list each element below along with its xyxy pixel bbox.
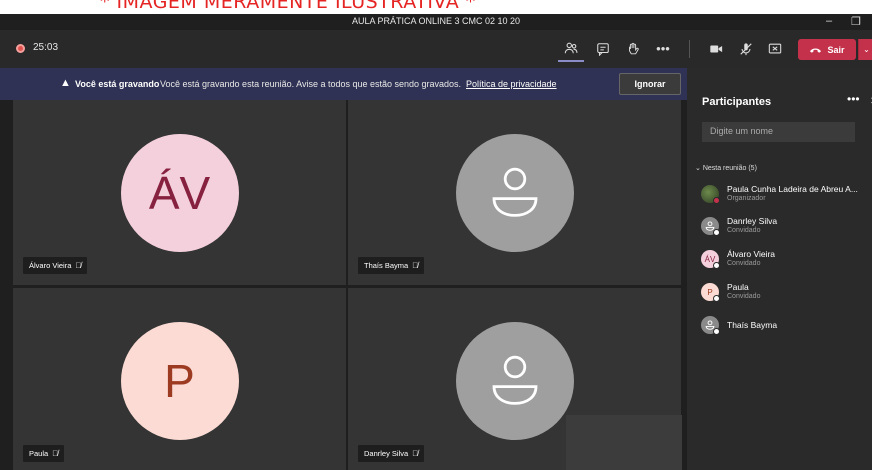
meeting-timer: 25:03 (33, 42, 59, 53)
participant-item[interactable]: Thaís Bayma (699, 312, 872, 338)
chevron-down-icon: ⌄ (863, 45, 870, 54)
participant-role: Convidado (727, 227, 761, 234)
window-title: AULA PRÁTICA ONLINE 3 CMC 02 10 20 (351, 16, 521, 26)
toolbar-divider (689, 40, 690, 58)
status-dot-icon (713, 229, 720, 236)
panel-more-icon[interactable]: ••• (847, 92, 860, 106)
recording-notice-title: Você está gravando (75, 79, 160, 89)
mic-off-icon: 🎙̸ (52, 449, 59, 458)
minimize-icon[interactable]: – (826, 15, 832, 27)
more-icon: ••• (656, 41, 670, 56)
participant-name: Paula (727, 282, 749, 292)
leave-label: Sair (827, 44, 845, 55)
participant-name: Álvaro Vieira (29, 261, 72, 270)
chat-button[interactable] (590, 36, 616, 62)
participant-name: Thaís Bayma (364, 261, 409, 270)
share-screen-icon (768, 43, 782, 54)
participant-role: Convidado (727, 293, 761, 300)
avatar-initials: P (164, 354, 195, 407)
participants-panel: Participantes ••• ✕ Digite um nome ⌄ Nes… (687, 68, 872, 470)
participant-item[interactable]: ÁV Álvaro Vieira Convidado (699, 246, 872, 272)
video-tile[interactable]: P Paula 🎙̸ (13, 288, 346, 470)
status-dot-icon (713, 295, 720, 302)
camera-button[interactable] (703, 36, 729, 62)
participant-name: Danrley Silva (727, 216, 778, 226)
participant-name: Álvaro Vieira (727, 249, 776, 259)
participant-name-tag: Álvaro Vieira 🎙̸ (23, 257, 88, 274)
video-tile[interactable]: ÁV Álvaro Vieira 🎙̸ (13, 100, 346, 285)
video-tile[interactable]: Thaís Bayma 🎙̸ (348, 100, 681, 285)
status-dot-icon (713, 197, 720, 204)
mic-off-icon (740, 43, 752, 56)
status-dot-icon (713, 328, 720, 335)
person-placeholder-icon (492, 167, 537, 217)
participant-item[interactable]: Danrley Silva Convidado (699, 213, 872, 239)
recording-notice: ▲ Você está gravando Você está gravando … (0, 68, 687, 100)
mute-button[interactable] (733, 36, 759, 62)
participant-search-input[interactable]: Digite um nome (702, 122, 855, 142)
mic-off-icon: 🎙̸ (75, 261, 82, 270)
participant-item[interactable]: Paula Cunha Ladeira de Abreu A... Organi… (699, 181, 872, 207)
recording-indicator-icon (16, 44, 25, 53)
maximize-icon[interactable]: ❐ (851, 15, 861, 28)
mic-off-icon: 🎙̸ (412, 449, 419, 458)
hand-icon (629, 42, 639, 55)
section-header: ⌄ Nesta reunião (5) (695, 165, 757, 172)
hang-up-icon (810, 48, 822, 53)
participant-name-tag: Danrley Silva 🎙̸ (358, 445, 425, 462)
panel-title: Participantes (702, 96, 772, 108)
participant-item[interactable]: P Paula Convidado (699, 279, 872, 305)
raise-hand-button[interactable] (620, 36, 646, 62)
chat-icon (597, 43, 609, 56)
participant-role: Organizador (727, 195, 766, 202)
recording-notice-message: Você está gravando esta reunião. Avise a… (160, 79, 462, 89)
banner-text: * IMAGEM MERAMENTE ILUSTRATIVA * (100, 0, 476, 13)
participant-name: Thaís Bayma (727, 320, 778, 330)
people-icon (564, 42, 578, 54)
self-video-preview[interactable] (566, 415, 682, 470)
participant-name-tag: Paula 🎙̸ (23, 445, 65, 462)
avatar-initials: P (707, 287, 713, 297)
meeting-controls: 25:03 ••• Sair ⌄ (0, 30, 872, 68)
participant-name: Paula Cunha Ladeira de Abreu A... (727, 184, 858, 194)
person-placeholder-icon (492, 355, 537, 405)
share-screen-button[interactable] (762, 36, 788, 62)
ignore-button[interactable]: Ignorar (619, 73, 681, 95)
avatar (455, 321, 574, 440)
avatar: P (120, 321, 239, 440)
section-label: Nesta reunião (5) (702, 165, 757, 172)
privacy-policy-link[interactable]: Política de privacidade (466, 79, 557, 89)
participant-name-tag: Thaís Bayma 🎙̸ (358, 257, 425, 274)
leave-options-button[interactable]: ⌄ (858, 39, 872, 60)
avatar (455, 133, 574, 252)
participant-name: Danrley Silva (364, 449, 409, 458)
illustrative-banner: * IMAGEM MERAMENTE ILUSTRATIVA * (0, 0, 872, 14)
title-bar: AULA PRÁTICA ONLINE 3 CMC 02 10 20 – ❐ (0, 14, 872, 30)
warning-icon: ▲ (60, 77, 71, 89)
mic-off-icon: 🎙̸ (412, 261, 419, 270)
avatar: ÁV (120, 133, 239, 252)
show-participants-button[interactable] (558, 36, 584, 62)
more-options-button[interactable]: ••• (650, 36, 676, 62)
status-dot-icon (713, 262, 720, 269)
leave-button[interactable]: Sair (798, 39, 856, 60)
avatar-initials: ÁV (148, 166, 211, 219)
participant-role: Convidado (727, 260, 761, 267)
camera-icon (710, 45, 723, 53)
participant-name: Paula (29, 449, 49, 458)
